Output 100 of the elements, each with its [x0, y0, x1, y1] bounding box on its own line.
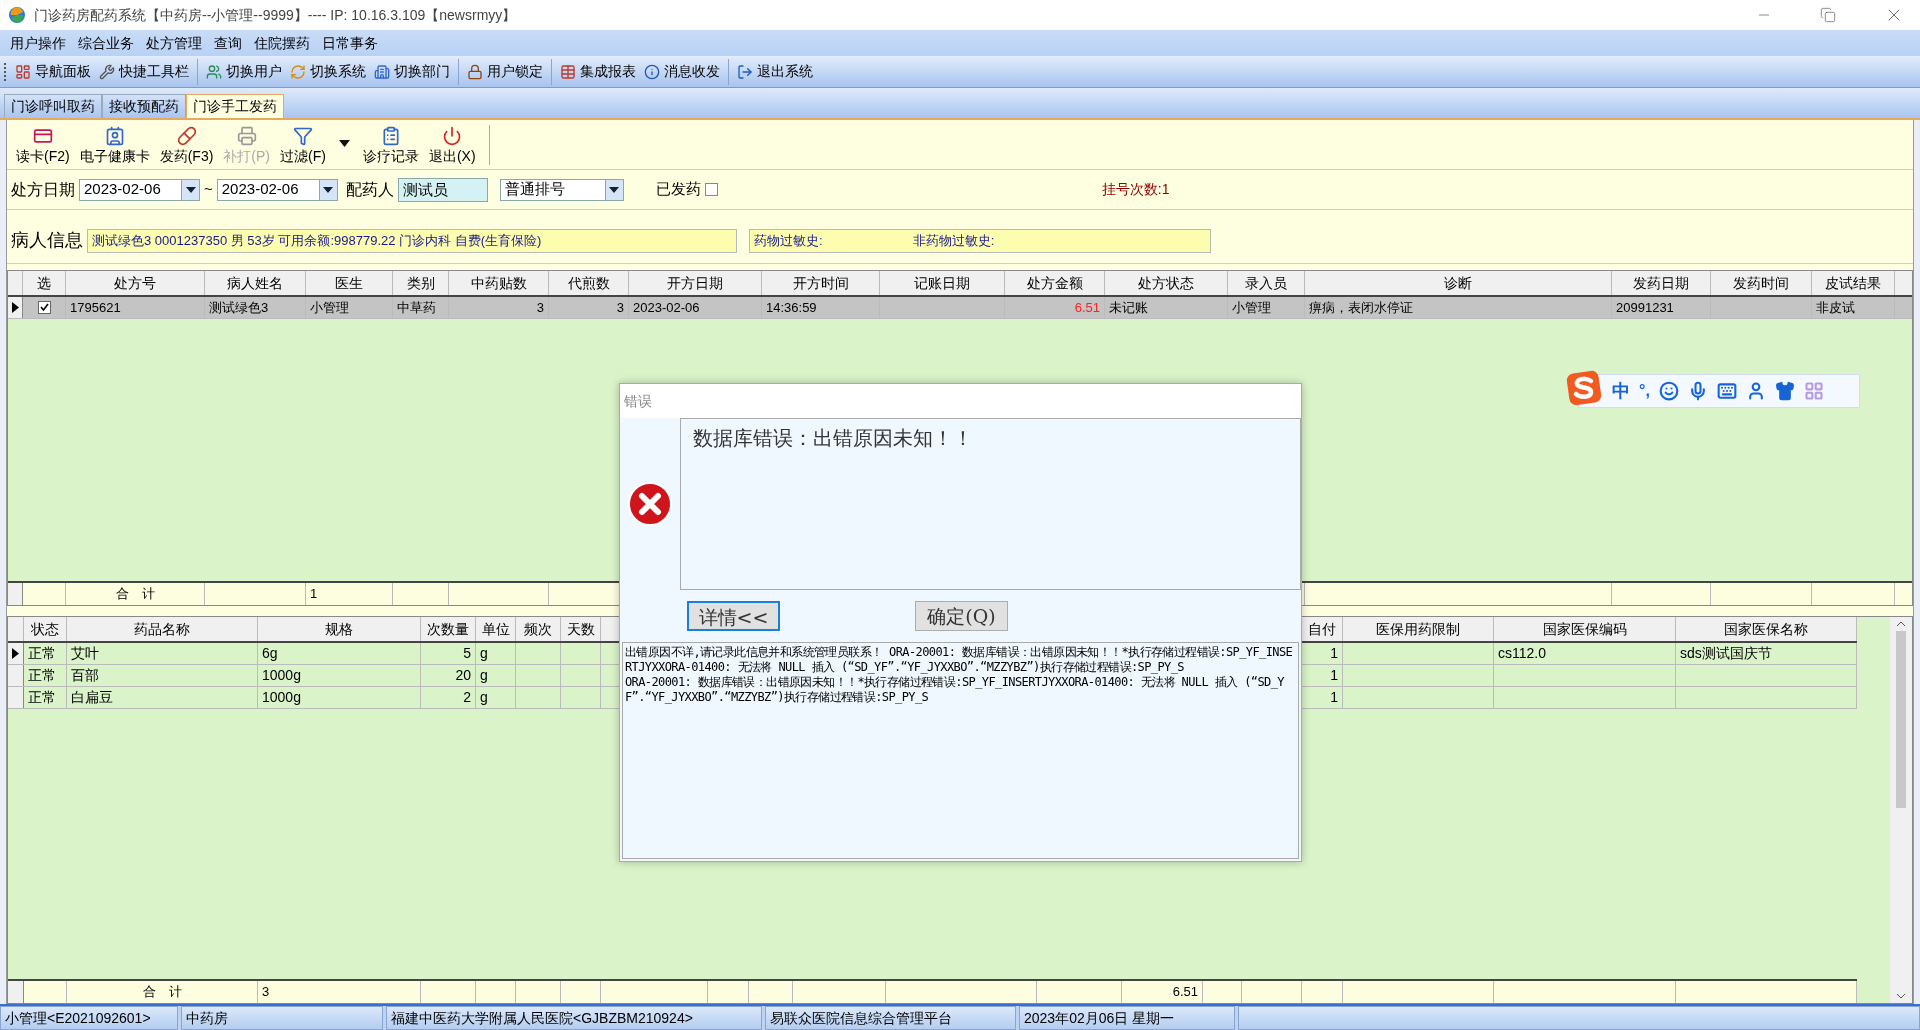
total-count: 3	[258, 981, 421, 1003]
date-picker[interactable]: 2023-02-06	[216, 178, 338, 201]
table-cell: 3	[549, 297, 629, 318]
table-cell: cs112.0	[1494, 643, 1676, 664]
column-header: 选	[23, 271, 66, 295]
menu-item[interactable]: 住院摆药	[248, 32, 316, 54]
total-label: 合 计	[66, 583, 205, 605]
error-icon	[627, 481, 673, 527]
table-cell: 5	[421, 643, 476, 664]
column-header: 天数	[561, 617, 601, 641]
column-header: 开方日期	[629, 271, 762, 295]
dialog-button[interactable]: 确定(Q)	[915, 601, 1008, 631]
toolbar-button[interactable]: 退出系统	[733, 58, 817, 85]
table-cell: 20991231	[1612, 297, 1711, 318]
column-header: 国家医保编码	[1494, 617, 1676, 641]
column-header: 单位	[476, 617, 516, 641]
toolbar-button[interactable]: 切换系统	[286, 58, 370, 85]
table-cell: 中草药	[393, 297, 449, 318]
toolbar-button[interactable]: 集成报表	[556, 58, 640, 85]
building-icon	[374, 63, 390, 80]
info-icon	[644, 63, 660, 80]
toolbar-button[interactable]: 消息收发	[640, 58, 724, 85]
power-icon	[442, 126, 463, 146]
table-cell: 正常	[24, 687, 67, 708]
status-panel: 中药房	[181, 1006, 383, 1030]
column-header: 医保用药限制	[1343, 617, 1494, 641]
card-icon	[32, 126, 53, 146]
app-logo-icon	[8, 6, 26, 24]
table-cell: 14:36:59	[762, 297, 880, 318]
ime-logo-icon[interactable]	[1565, 369, 1603, 407]
restore-icon[interactable]	[1820, 7, 1836, 23]
action-button[interactable]: 退出(X)	[423, 126, 481, 169]
row-checkbox[interactable]	[37, 301, 51, 314]
wrench-icon	[99, 63, 115, 80]
table-cell: 1000g	[258, 665, 421, 686]
menu-item[interactable]: 查询	[208, 32, 248, 54]
toolbar-button[interactable]: 切换部门	[370, 58, 454, 85]
ime-punctuation-toggle[interactable]: °,	[1639, 379, 1650, 403]
scrollbar-thumb[interactable]	[1896, 631, 1906, 808]
tab[interactable]: 门诊呼叫取药	[4, 94, 102, 118]
table-cell: 未记账	[1105, 297, 1228, 318]
column-header: 发药日期	[1612, 271, 1711, 295]
table-cell: 艾叶	[67, 643, 258, 664]
queue-type-select[interactable]: 普通排号	[499, 178, 624, 201]
emoji-icon[interactable]	[1658, 381, 1679, 401]
menu-item[interactable]: 处方管理	[140, 32, 208, 54]
menu-item[interactable]: 日常事务	[316, 32, 384, 54]
shirt-icon[interactable]	[1774, 381, 1795, 401]
column-header: 诊断	[1305, 271, 1612, 295]
menu-item[interactable]: 综合业务	[72, 32, 140, 54]
table-cell: 正常	[24, 665, 67, 686]
table-cell: 1795621	[66, 297, 205, 318]
column-header: 中药贴数	[449, 271, 549, 295]
details-text: ORA-20001: 数据库错误：出错原因未知！！*执行存储过程错误:SP_YF_INSERTJYXXORA-01400: 无法将 NULL 插入 (“SD_YF”.“YF_JYXXBO”.“MZZYBZ”)执行存储过程错误:SP_PY_S	[625, 675, 1285, 705]
field-label: 配药人	[345, 179, 394, 200]
column-header: 药品名称	[67, 617, 258, 641]
column-header: 处方金额	[1005, 271, 1105, 295]
toolbar-button[interactable]: 快捷工具栏	[95, 58, 193, 85]
ime-mode-toggle[interactable]: 中	[1612, 377, 1630, 405]
column-header: 代煎数	[549, 271, 629, 295]
action-button[interactable]: 读卡(F2)	[11, 126, 75, 169]
tab[interactable]: 门诊手工发药	[186, 94, 284, 118]
action-button[interactable]: 电子健康卡	[74, 126, 155, 169]
table-cell: 6.51	[1005, 297, 1105, 318]
pill-icon	[176, 126, 197, 146]
status-panel: 2023年02月06日 星期一	[1019, 1006, 1235, 1030]
lock-icon	[467, 63, 483, 80]
field-label: 处方日期	[11, 179, 75, 200]
dialog-button[interactable]: 详情<<	[687, 601, 780, 631]
row-pointer-icon	[12, 648, 19, 659]
dropdown-arrow-icon[interactable]	[338, 140, 350, 147]
menu-item[interactable]: 用户操作	[4, 32, 72, 54]
action-button[interactable]: 过滤(F)	[275, 126, 331, 169]
printer-icon	[236, 126, 257, 146]
keyboard-icon[interactable]	[1716, 381, 1737, 401]
column-header: 类别	[393, 271, 449, 295]
field-label: 已发药	[655, 179, 701, 200]
table-cell: 百部	[67, 665, 258, 686]
dialog-title: 错误	[624, 391, 652, 411]
scroll-up-icon[interactable]	[1896, 621, 1906, 627]
column-header: 发药时间	[1711, 271, 1812, 295]
date-picker[interactable]: 2023-02-06	[79, 178, 200, 201]
dispensed-checkbox[interactable]	[704, 183, 718, 196]
scroll-down-icon[interactable]	[1896, 993, 1906, 999]
toolbar-button[interactable]: 导航面板	[11, 58, 95, 85]
action-button[interactable]: 发药(F3)	[154, 126, 219, 169]
toolbar-button[interactable]: 切换用户	[202, 58, 286, 85]
table-cell: 3	[449, 297, 549, 318]
toolbar-button[interactable]: 用户锁定	[463, 58, 547, 85]
table-cell: 1000g	[258, 687, 421, 708]
dispenser-field[interactable]: 测试员	[397, 177, 488, 202]
message-box: 数据库错误：出错原因未知！！	[680, 418, 1301, 590]
scrollbar[interactable]	[1890, 617, 1912, 1003]
action-button[interactable]: 诊疗记录	[357, 126, 424, 169]
column-header: 处方状态	[1105, 271, 1228, 295]
table-row[interactable]: 1795621 测试绿色3 小管理 中草药 3 3 2023-02-06 14:36:59 6.51 未记账 小管理 痹病，表闭水停证 20991231 非皮试	[8, 297, 1912, 319]
table-cell: 非皮试	[1812, 297, 1895, 318]
dashboard-icon	[15, 63, 31, 80]
table-cell: g	[476, 665, 516, 686]
row-header[interactable]	[8, 643, 24, 664]
